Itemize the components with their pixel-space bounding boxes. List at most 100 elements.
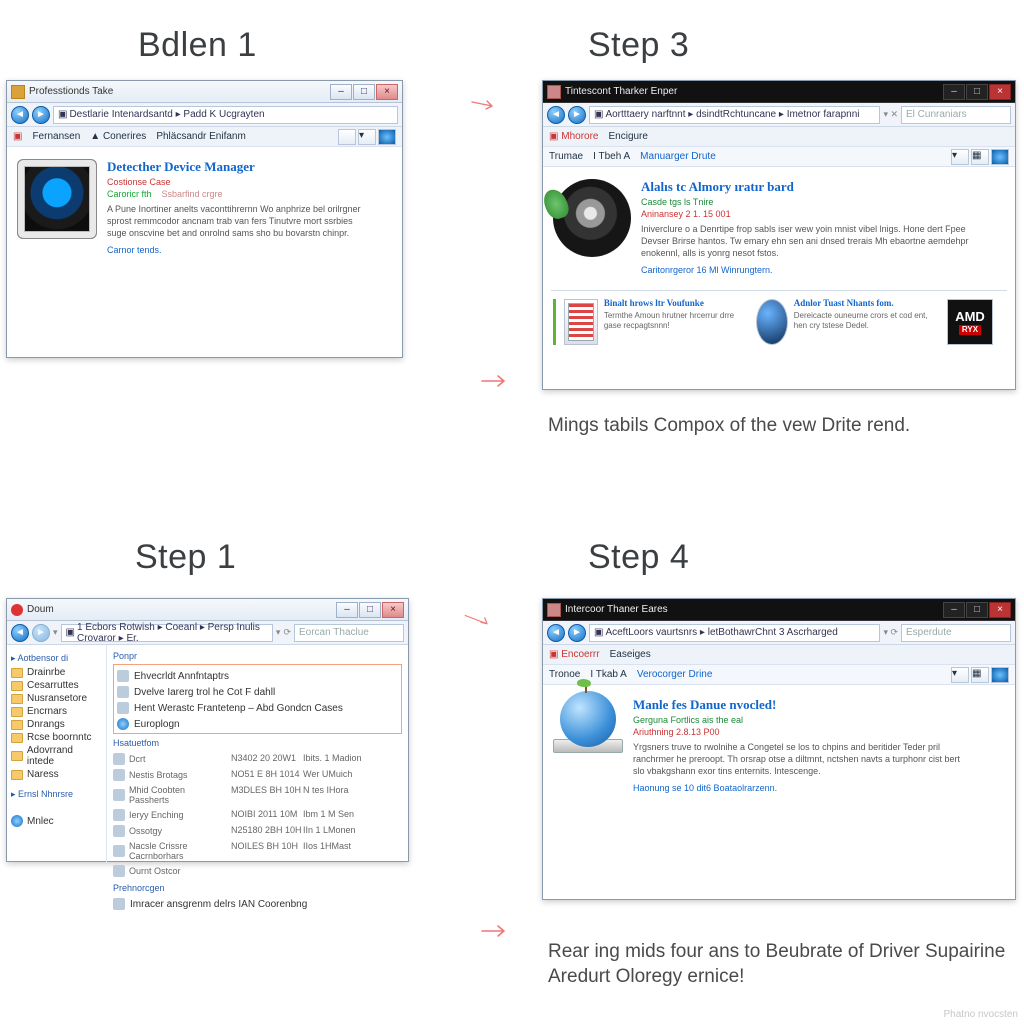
app-icon — [11, 85, 25, 99]
sidebar-item[interactable]: Nusransetore — [11, 692, 102, 705]
feature-subtitle: Casde tgs ls Tnire — [641, 197, 1005, 207]
tab-item[interactable]: Phläcsandr Enifanm — [156, 131, 246, 142]
help-button[interactable] — [378, 129, 396, 145]
forward-button[interactable]: ► — [32, 106, 50, 124]
tab-item[interactable]: Fernansen — [32, 131, 80, 142]
sidebar-item[interactable]: Naress — [11, 768, 102, 781]
arrow-icon — [463, 613, 493, 627]
sidebar-item[interactable]: Dnrangs — [11, 718, 102, 731]
back-button[interactable]: ◄ — [547, 106, 565, 124]
titlebar[interactable]: Professtionds Take – □ × — [7, 81, 402, 103]
maximize-button[interactable]: □ — [353, 84, 375, 100]
feature-link[interactable]: Caritonrgeror 16 Ml Winrungtern. — [641, 265, 773, 275]
feature-link[interactable]: Carnor tends. — [107, 245, 162, 255]
group-header: Prehnorcgen — [113, 883, 402, 893]
help-button[interactable] — [991, 149, 1009, 165]
sidebar-item[interactable]: Adovrrand intede — [11, 744, 102, 768]
promo-title[interactable]: Adnlor Tuast Nhants fom. — [794, 299, 939, 309]
minimize-button[interactable]: – — [943, 602, 965, 618]
titlebar[interactable]: Intercoor Thaner Eares – □ × — [543, 599, 1015, 621]
close-button[interactable]: × — [382, 602, 404, 618]
back-button[interactable]: ◄ — [11, 106, 29, 124]
maximize-button[interactable]: □ — [966, 84, 988, 100]
sidebar: ▸ Aotbensor di Drainrbe Cesarruttes Nusr… — [7, 645, 107, 863]
search-input[interactable]: El Cunraniars — [901, 106, 1011, 124]
minimize-button[interactable]: – — [336, 602, 358, 618]
tab-item[interactable]: I Tkab A — [590, 669, 627, 680]
promo-title[interactable]: Binalt hrows ltr Voufunke — [604, 299, 748, 309]
feature-subtitle: Costionse Case — [107, 177, 367, 187]
search-input[interactable]: Esperdute — [901, 624, 1011, 642]
table-row[interactable]: Nacsle Crissre CacrnborharsNOILES BH 10H… — [113, 839, 402, 863]
step-label-1: Step 3 — [588, 28, 689, 62]
maximize-button[interactable]: □ — [359, 602, 381, 618]
list-item[interactable]: Europlogn — [117, 716, 398, 732]
feature-body: Yrgsners truve to rwolnihe a Congetel se… — [633, 741, 973, 777]
file-icon — [113, 809, 125, 821]
forward-button[interactable]: ► — [32, 624, 50, 642]
menu-item[interactable]: ▣ Mhorore — [549, 131, 598, 142]
tab-item[interactable]: ▲ Conerires — [90, 131, 146, 142]
tab-item[interactable]: I Tbeh A — [593, 151, 630, 162]
folder-icon — [11, 681, 23, 691]
tab-item[interactable]: ▣ — [13, 131, 22, 142]
menu-item[interactable]: ▣ Encoerrr — [549, 649, 600, 660]
sidebar-item[interactable]: Rcse boornntc — [11, 731, 102, 744]
table-row[interactable]: OssotgyN25180 2BH 10HIIn 1 LMonen — [113, 823, 402, 839]
list-item[interactable]: Imracer ansgrenm delrs IAN Coorenbng — [113, 896, 402, 912]
list-item[interactable]: Hent Werastc Frantetenp – Abd Gondcn Cas… — [117, 700, 398, 716]
titlebar[interactable]: Doum – □ × — [7, 599, 408, 621]
list-item[interactable]: Dvelve Iarerg trol he Cot F dahll — [117, 684, 398, 700]
file-icon — [117, 670, 129, 682]
back-button[interactable]: ◄ — [547, 624, 565, 642]
table-row[interactable]: Mhid Coobten PasshertsM3DLES BH 10HN tes… — [113, 783, 402, 807]
tab-item[interactable]: Verocorger Drine — [637, 669, 713, 680]
titlebar[interactable]: Tintescont Tharker Enper – □ × — [543, 81, 1015, 103]
sidebar-item[interactable]: Cesarruttes — [11, 679, 102, 692]
breadcrumb[interactable]: ▣1 Ecbors Rotwish ▸ Coeanl ▸ Persp Inuli… — [61, 624, 273, 642]
tab-item[interactable]: Tronoe — [549, 669, 580, 680]
breadcrumb[interactable]: ▣AceftLoors vaurtsnrs ▸ letBothawrChnt 3… — [589, 624, 880, 642]
menu-item[interactable]: Encigure — [608, 131, 647, 142]
breadcrumb[interactable]: ▣Aortttaery narftnnt ▸ dsindtRchtuncane … — [589, 106, 880, 124]
toolbar-button[interactable]: ▾ — [358, 129, 376, 145]
toolbar-button[interactable]: ▦ — [971, 149, 989, 165]
breadcrumb[interactable]: ▣Destlarie Intenardsantd ▸ Padd K Ucgray… — [53, 106, 398, 124]
sidebar-item[interactable]: Mnlec — [11, 814, 102, 828]
file-list: Ponpr Ehvecrldt Annfntaptrs Dvelve Iarer… — [107, 645, 408, 863]
feature-thumbnail — [553, 697, 623, 753]
toolbar-button[interactable] — [338, 129, 356, 145]
file-icon — [113, 753, 125, 765]
file-icon — [113, 845, 125, 857]
tab-item[interactable]: Manuarger Drute — [640, 151, 716, 162]
toolbar-button[interactable]: ▾ — [951, 667, 969, 683]
highlighted-group: Ehvecrldt Annfntaptrs Dvelve Iarerg trol… — [113, 664, 402, 734]
list-item[interactable]: Ehvecrldt Annfntaptrs — [117, 668, 398, 684]
step-label-0: Bdlen 1 — [138, 28, 257, 62]
sidebar-item[interactable]: Encrnars — [11, 705, 102, 718]
help-button[interactable] — [991, 667, 1009, 683]
close-button[interactable]: × — [376, 84, 398, 100]
back-button[interactable]: ◄ — [11, 624, 29, 642]
menu-item[interactable]: Easeiges — [610, 649, 651, 660]
close-button[interactable]: × — [989, 602, 1011, 618]
table-row[interactable]: Nestis BrotagsNO51 E 8H 1014Wer UMuich — [113, 767, 402, 783]
feature-link[interactable]: Haonung se 10 dit6 Boataolrarzenn. — [633, 783, 777, 793]
table-row[interactable]: Ieryy EnchingNOIBI 2011 10MIbm 1 M Sen — [113, 807, 402, 823]
maximize-button[interactable]: □ — [966, 602, 988, 618]
minimize-button[interactable]: – — [330, 84, 352, 100]
forward-button[interactable]: ► — [568, 106, 586, 124]
table-row[interactable]: DcrtN3402 20 20W1Ibits. 1 Madion — [113, 751, 402, 767]
forward-button[interactable]: ► — [568, 624, 586, 642]
toolbar-button[interactable]: ▾ — [951, 149, 969, 165]
table-row[interactable]: Ournt Ostcor — [113, 863, 402, 879]
nav-row: ◄ ► ▣Aortttaery narftnnt ▸ dsindtRchtunc… — [543, 103, 1015, 127]
close-button[interactable]: × — [989, 84, 1011, 100]
sidebar-item[interactable]: Drainrbe — [11, 666, 102, 679]
window-title: Tintescont Tharker Enper — [565, 86, 677, 97]
feature-meta: Aninansey 2 1. 15 001 — [641, 209, 1005, 219]
tab-item[interactable]: Trumae — [549, 151, 583, 162]
minimize-button[interactable]: – — [943, 84, 965, 100]
search-input[interactable]: Eorcan Thaclue — [294, 624, 404, 642]
toolbar-button[interactable]: ▦ — [971, 667, 989, 683]
